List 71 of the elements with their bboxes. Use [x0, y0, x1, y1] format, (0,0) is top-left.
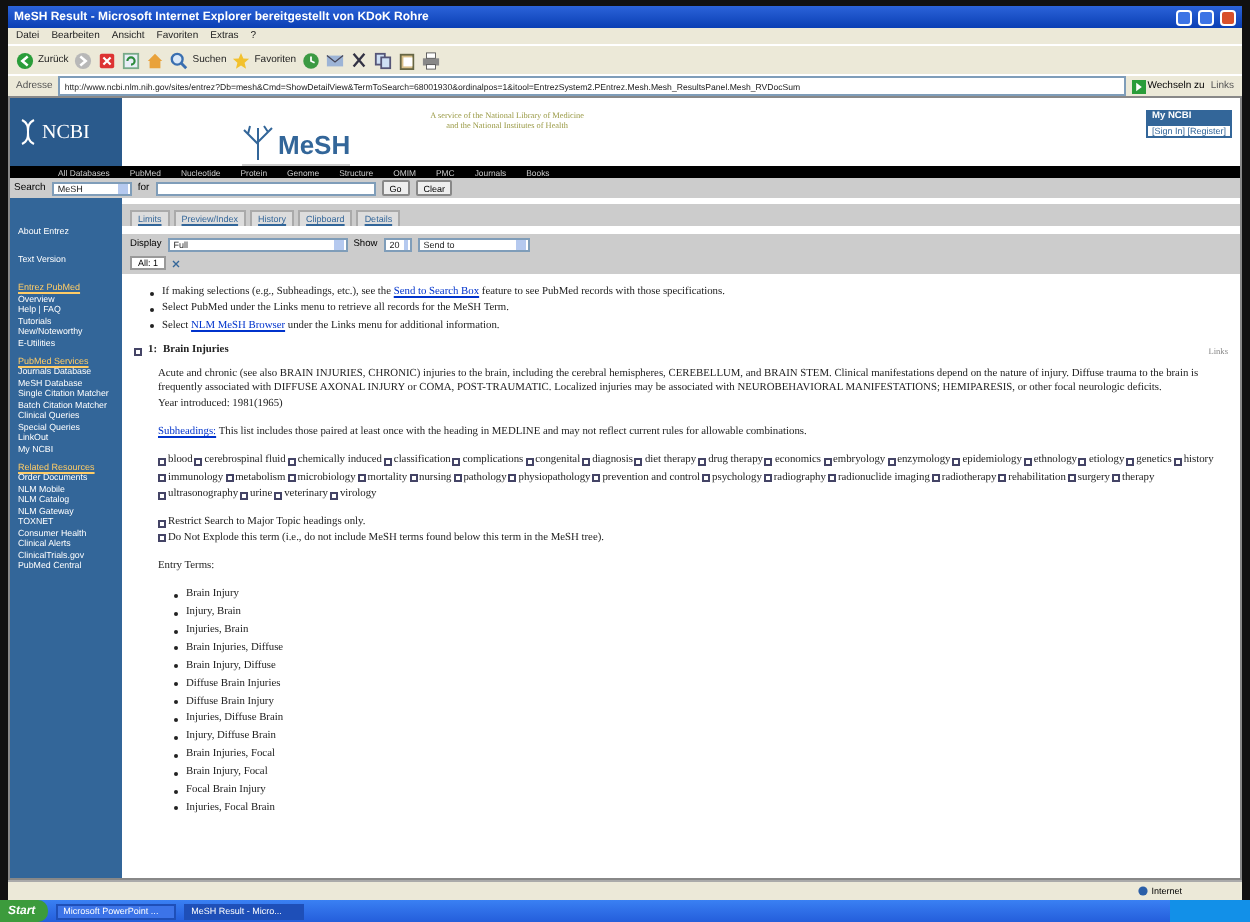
mail-icon — [326, 51, 345, 69]
checkbox[interactable] — [525, 458, 534, 467]
close-icon[interactable] — [172, 259, 181, 267]
mesh-logo: MeSH — [278, 130, 351, 160]
checkbox[interactable] — [329, 491, 338, 500]
system-tray — [1170, 900, 1250, 922]
checkbox[interactable] — [158, 491, 166, 500]
copy-button[interactable] — [374, 51, 393, 69]
checkbox[interactable] — [998, 474, 1007, 483]
checkbox[interactable] — [240, 491, 249, 500]
checkbox[interactable] — [158, 534, 166, 543]
print-button[interactable] — [422, 51, 441, 69]
checkbox[interactable] — [1126, 458, 1135, 467]
checkbox[interactable] — [452, 458, 461, 467]
stop-button[interactable] — [98, 51, 117, 69]
ncbi-logo: NCBI — [42, 121, 90, 143]
maximize-button[interactable] — [1198, 9, 1214, 25]
checkbox[interactable] — [887, 458, 896, 467]
checkbox[interactable] — [225, 474, 234, 483]
checkbox[interactable] — [274, 491, 283, 500]
checkbox[interactable] — [702, 474, 711, 483]
checkbox[interactable] — [287, 458, 296, 467]
checkbox[interactable] — [592, 474, 601, 483]
globe-icon — [1137, 886, 1148, 896]
checkbox[interactable] — [158, 458, 166, 467]
paste-button[interactable] — [398, 51, 417, 69]
refresh-icon — [122, 51, 141, 69]
tree-icon — [242, 124, 274, 160]
search-icon — [170, 51, 189, 69]
checkbox[interactable] — [1067, 474, 1076, 483]
checkbox[interactable] — [582, 458, 591, 467]
checkbox[interactable] — [383, 458, 392, 467]
checkbox[interactable] — [1173, 458, 1182, 467]
helix-icon — [20, 118, 36, 146]
checkbox[interactable] — [1078, 458, 1087, 467]
checkbox[interactable] — [194, 458, 203, 467]
checkbox[interactable] — [409, 474, 418, 483]
checkbox[interactable] — [508, 474, 517, 483]
checkbox[interactable] — [634, 458, 643, 467]
stop-icon — [98, 51, 117, 69]
checkbox[interactable] — [827, 474, 836, 483]
checkbox[interactable] — [931, 474, 940, 483]
history-button[interactable] — [302, 51, 321, 69]
checkbox[interactable] — [952, 458, 961, 467]
minimize-button[interactable] — [1176, 9, 1192, 25]
mail-button[interactable] — [326, 51, 345, 69]
checkbox[interactable] — [287, 474, 296, 483]
checkbox[interactable] — [158, 519, 166, 528]
checkbox[interactable] — [823, 458, 832, 467]
close-button[interactable] — [1220, 9, 1236, 25]
checkbox[interactable] — [763, 474, 772, 483]
checkbox[interactable] — [357, 474, 366, 483]
copy-icon — [374, 51, 393, 69]
checkbox[interactable] — [764, 458, 773, 467]
back-icon — [16, 51, 34, 69]
checkbox[interactable] — [1023, 458, 1032, 467]
forward-icon — [74, 51, 93, 69]
refresh-button[interactable] — [122, 51, 141, 69]
favorites-icon — [232, 51, 251, 69]
cut-icon — [350, 51, 369, 69]
checkbox[interactable] — [698, 458, 707, 467]
home-icon — [146, 51, 165, 69]
cut-button[interactable] — [350, 51, 369, 69]
checkbox[interactable] — [134, 347, 142, 356]
paste-icon — [398, 51, 417, 69]
search-field[interactable] — [155, 181, 376, 195]
print-icon — [422, 51, 441, 69]
checkbox[interactable] — [453, 474, 462, 483]
checkbox[interactable] — [1111, 474, 1120, 483]
checkbox[interactable] — [158, 474, 166, 483]
history-icon — [302, 51, 321, 69]
